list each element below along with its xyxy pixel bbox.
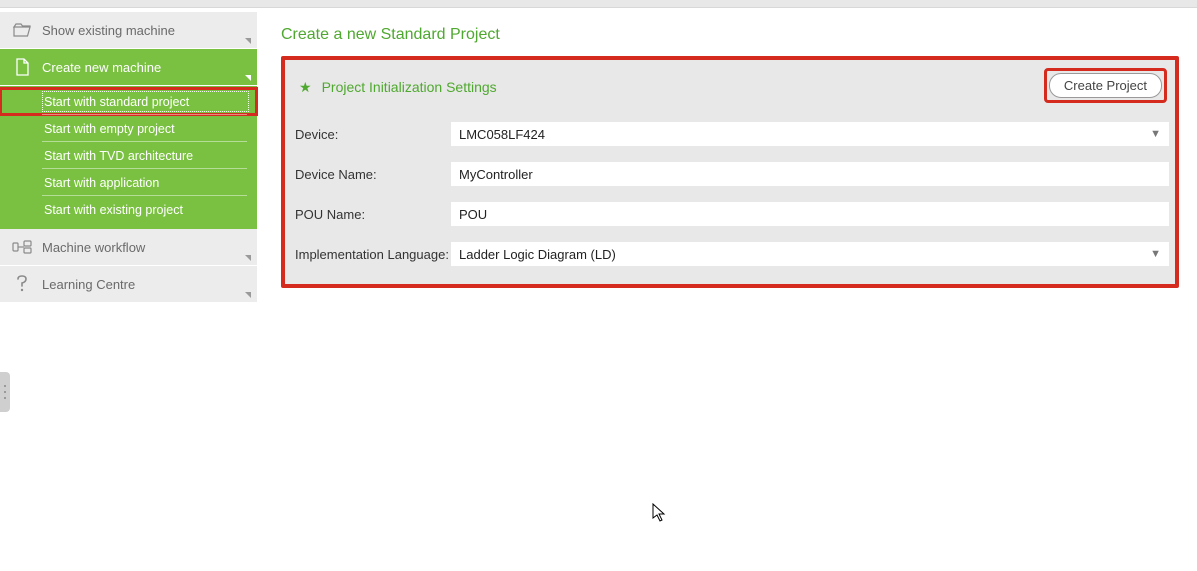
device-value: LMC058LF424 (459, 127, 545, 142)
sub-item-label: Start with existing project (44, 203, 183, 217)
pou-name-input[interactable]: POU (451, 202, 1169, 226)
page-title: Create a new Standard Project (281, 26, 1179, 44)
row-device-name: Device Name: MyController (291, 154, 1169, 194)
workflow-icon (12, 237, 32, 257)
nav-label: Show existing machine (42, 23, 175, 38)
create-project-highlight: Create Project (1044, 68, 1167, 103)
create-project-button[interactable]: Create Project (1049, 73, 1162, 98)
nav-label: Create new machine (42, 60, 161, 75)
sub-start-with-application[interactable]: Start with application (0, 169, 257, 196)
expand-indicator-icon (245, 255, 251, 261)
create-new-machine-submenu: Start with standard project Start with e… (0, 86, 257, 229)
device-name-value: MyController (459, 167, 533, 182)
sub-start-standard-project[interactable]: Start with standard project (0, 88, 257, 115)
section-title: Project Initialization Settings (322, 79, 497, 95)
sub-item-label: Start with application (44, 176, 159, 190)
sub-item-label: Start with standard project (44, 95, 189, 109)
sub-item-label: Start with empty project (44, 122, 175, 136)
help-icon (12, 274, 32, 294)
nav-learning-centre[interactable]: Learning Centre (0, 266, 257, 302)
row-impl-lang: Implementation Language: Ladder Logic Di… (291, 234, 1169, 274)
expand-indicator-icon (245, 75, 251, 81)
label-pou-name: POU Name: (291, 207, 451, 222)
pou-name-value: POU (459, 207, 487, 222)
sub-start-empty-project[interactable]: Start with empty project (0, 115, 257, 142)
sidebar-collapse-handle[interactable] (0, 372, 10, 412)
document-new-icon (12, 57, 32, 77)
impl-lang-dropdown[interactable]: Ladder Logic Diagram (LD) ▼ (451, 242, 1169, 266)
nav-label: Learning Centre (42, 277, 135, 292)
nav-machine-workflow[interactable]: Machine workflow (0, 229, 257, 265)
row-pou-name: POU Name: POU (291, 194, 1169, 234)
label-device: Device: (291, 127, 451, 142)
chevron-down-icon: ▼ (1150, 248, 1161, 260)
project-init-section: ★ Project Initialization Settings Create… (281, 56, 1179, 288)
nav-create-new-machine[interactable]: Create new machine (0, 49, 257, 85)
sub-start-existing-project[interactable]: Start with existing project (0, 196, 257, 223)
nav-label: Machine workflow (42, 240, 145, 255)
label-impl-lang: Implementation Language: (291, 247, 451, 262)
nav-show-existing-machine[interactable]: Show existing machine (0, 12, 257, 48)
main-content: Create a new Standard Project ★ Project … (257, 8, 1197, 571)
device-name-input[interactable]: MyController (451, 162, 1169, 186)
impl-lang-value: Ladder Logic Diagram (LD) (459, 247, 616, 262)
sub-start-tvd-architecture[interactable]: Start with TVD architecture (0, 142, 257, 169)
section-header: ★ Project Initialization Settings Create… (285, 60, 1175, 114)
chevron-down-icon: ▼ (1150, 128, 1161, 140)
star-icon: ★ (299, 79, 312, 96)
folder-open-icon (12, 20, 32, 40)
device-dropdown[interactable]: LMC058LF424 ▼ (451, 122, 1169, 146)
sidebar: Show existing machine Create new machine… (0, 8, 257, 571)
expand-indicator-icon (245, 292, 251, 298)
row-device: Device: LMC058LF424 ▼ (291, 114, 1169, 154)
expand-indicator-icon (245, 38, 251, 44)
label-device-name: Device Name: (291, 167, 451, 182)
sub-item-label: Start with TVD architecture (44, 149, 193, 163)
form-area: Device: LMC058LF424 ▼ Device Name: MyCon… (285, 114, 1175, 284)
